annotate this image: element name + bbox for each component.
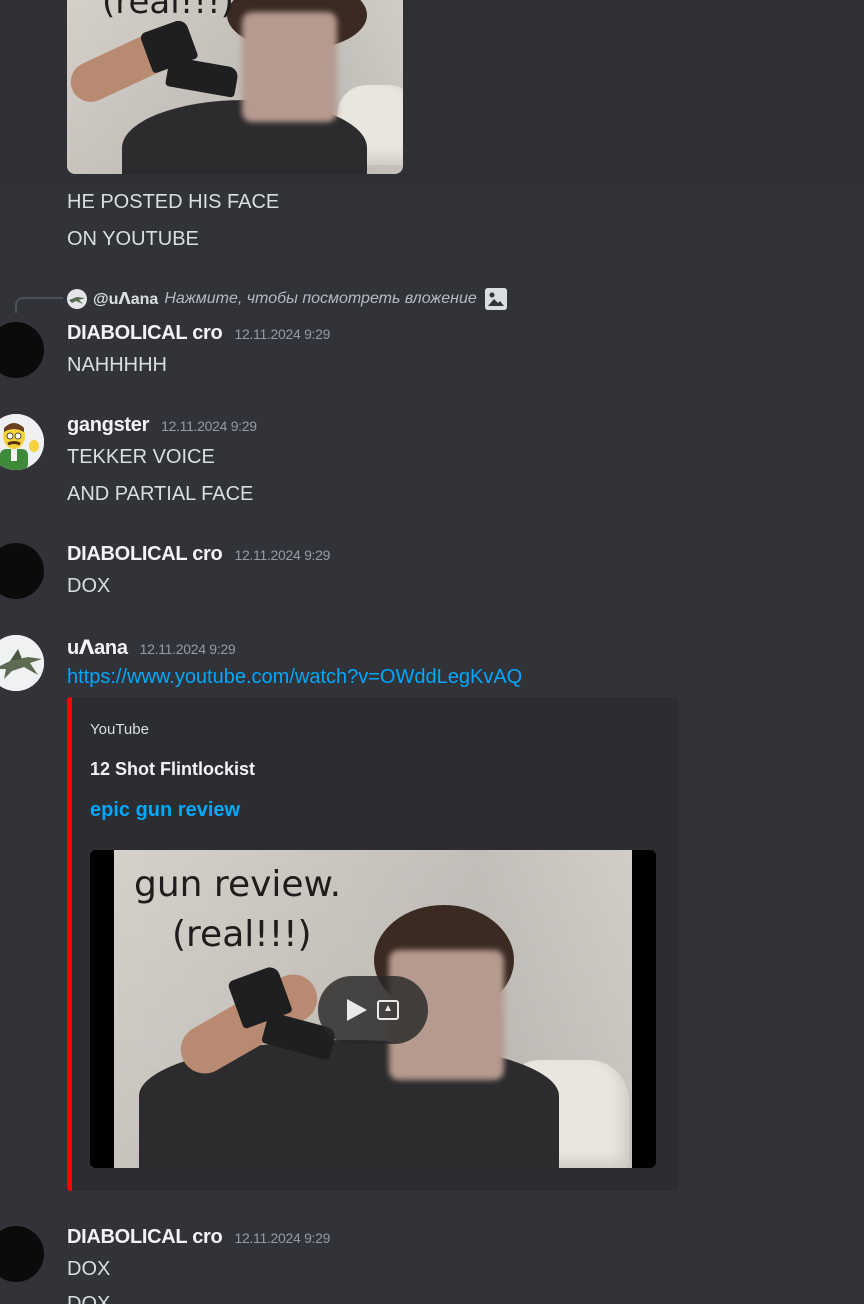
image-attachment[interactable]: (real!!!) (67, 0, 403, 174)
message-header: DIABOLICAL cro 12.11.2024 9:29 (67, 322, 330, 345)
video-thumbnail[interactable]: gun review. (real!!!) (90, 850, 656, 1168)
avatar[interactable] (0, 322, 44, 378)
reply-preview[interactable]: @uᐱana Нажмите, чтобы посмотреть вложени… (67, 288, 507, 310)
play-icon[interactable] (347, 999, 367, 1021)
thumbnail-caption-line1: gun review. (134, 864, 342, 905)
message-text: ON YOUTUBE (67, 228, 199, 250)
avatar[interactable] (0, 414, 44, 470)
avatar[interactable] (0, 543, 44, 599)
message-text: DOX (67, 1293, 111, 1304)
message-text: TEKKER VOICE (67, 446, 215, 468)
youtube-link[interactable]: https://www.youtube.com/watch?v=OWddLegK… (67, 666, 522, 689)
timestamp[interactable]: 12.11.2024 9:29 (234, 547, 330, 563)
message-text: DOX (67, 1258, 111, 1280)
username[interactable]: DIABOLICAL cro (67, 322, 223, 345)
timestamp[interactable]: 12.11.2024 9:29 (161, 418, 257, 434)
username[interactable]: DIABOLICAL cro (67, 543, 223, 566)
message-header: uᐱana 12.11.2024 9:29 (67, 635, 236, 660)
attachment-photo: (real!!!) (67, 0, 403, 174)
message-text: AND PARTIAL FACE (67, 483, 254, 505)
embed-title[interactable]: 12 Shot Flintlockist (90, 759, 255, 780)
chat-message-list: (real!!!) HE POSTED HIS FACE ON YOUTUBE … (0, 0, 864, 1304)
embed-provider[interactable]: YouTube (90, 721, 149, 738)
message-header: DIABOLICAL cro 12.11.2024 9:29 (67, 1226, 330, 1249)
embed-accent-bar (67, 697, 72, 1191)
link-embed: YouTube 12 Shot Flintlockist epic gun re… (67, 697, 678, 1191)
username[interactable]: gangster (67, 414, 149, 437)
reply-username[interactable]: @uᐱana (93, 289, 158, 309)
reply-text[interactable]: Нажмите, чтобы посмотреть вложение (164, 290, 476, 308)
message-header: DIABOLICAL cro 12.11.2024 9:29 (67, 543, 330, 566)
message-text: DOX (67, 575, 111, 597)
username[interactable]: uᐱana (67, 635, 128, 660)
avatar[interactable] (0, 1226, 44, 1282)
message-text: NAHHHHH (67, 354, 167, 376)
play-controls[interactable] (318, 976, 428, 1044)
reply-connector (15, 297, 63, 313)
timestamp[interactable]: 12.11.2024 9:29 (140, 641, 236, 657)
timestamp[interactable]: 12.11.2024 9:29 (234, 326, 330, 342)
timestamp[interactable]: 12.11.2024 9:29 (234, 1230, 330, 1246)
message-header: gangster 12.11.2024 9:29 (67, 414, 257, 437)
thumbnail-caption-line2: (real!!!) (172, 914, 312, 955)
username[interactable]: DIABOLICAL cro (67, 1226, 223, 1249)
attachment-caption: (real!!!) (102, 0, 234, 22)
reply-avatar (67, 289, 87, 309)
message-text: HE POSTED HIS FACE (67, 191, 280, 213)
embed-description[interactable]: epic gun review (90, 799, 240, 822)
avatar[interactable] (0, 635, 44, 691)
popout-icon[interactable] (377, 1000, 399, 1020)
image-icon (484, 288, 507, 310)
